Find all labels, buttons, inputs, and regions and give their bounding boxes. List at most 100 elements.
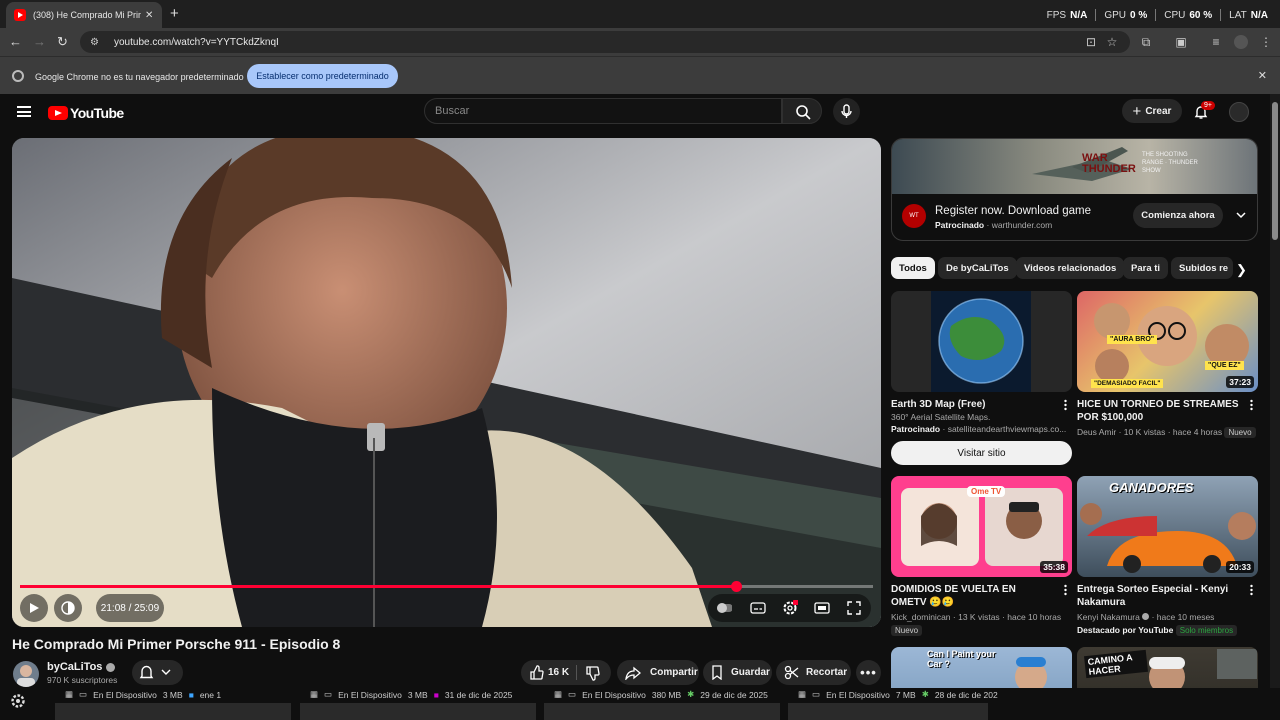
scrubber-handle[interactable]: [731, 581, 743, 592]
progress-bar[interactable]: [20, 581, 873, 592]
plus-icon: +: [1132, 102, 1142, 120]
save-button[interactable]: Guardar: [703, 660, 772, 685]
microphone-icon: [841, 104, 852, 118]
media-controls-icon[interactable]: ≡: [1209, 35, 1223, 49]
search-input[interactable]: Buscar: [424, 98, 782, 124]
video-thumbnail[interactable]: [891, 291, 1072, 392]
chip-para-ti[interactable]: Para ti: [1123, 257, 1169, 279]
recommendation-card[interactable]: "AURA BRO" "DEMASIADO FACIL" "QUE EZ" 37…: [1077, 291, 1258, 441]
thumb-caption: Can I Paint your Car ?: [927, 649, 996, 669]
recommendation-card[interactable]: CAMINO A HACER: [1077, 647, 1258, 688]
like-icon[interactable]: [529, 665, 544, 680]
chevron-down-icon[interactable]: [1235, 209, 1247, 221]
more-vertical-icon[interactable]: [1064, 399, 1067, 411]
duration-badge: 20:33: [1226, 561, 1254, 573]
more-vertical-icon[interactable]: [1250, 399, 1253, 411]
back-icon[interactable]: ←: [9, 34, 22, 49]
tab-close-icon[interactable]: ✕: [145, 10, 153, 21]
chip-videos-relacionados[interactable]: Videos relacionados: [1016, 257, 1125, 279]
sponsored-ad-card[interactable]: WAR THUNDER THE SHOOTING RANGE · THUNDER…: [891, 138, 1258, 241]
ad-title[interactable]: Register now. Download game: [935, 205, 1091, 217]
visit-site-button[interactable]: Visitar sitio: [891, 441, 1072, 465]
user-avatar[interactable]: [1229, 102, 1249, 122]
fullscreen-icon[interactable]: [846, 600, 862, 616]
address-bar[interactable]: ⚙ youtube.com/watch?v=YYTCkdZknqI: [80, 31, 1130, 53]
site-info-icon[interactable]: ⚙: [90, 37, 102, 48]
voice-search-button[interactable]: [833, 98, 860, 125]
page-scrollbar[interactable]: [1270, 94, 1280, 688]
like-count[interactable]: 16 K: [548, 667, 569, 678]
theater-mode-icon[interactable]: [814, 600, 830, 616]
clip-button[interactable]: Recortar: [776, 660, 851, 685]
create-button[interactable]: + Crear: [1122, 99, 1182, 123]
player-right-controls: [708, 594, 871, 622]
ad-banner-subtext: THE SHOOTING RANGE · THUNDER SHOW: [1142, 152, 1198, 174]
video-thumbnail[interactable]: Can I Paint your Car ?: [891, 647, 1072, 688]
install-app-icon[interactable]: ⊡: [1084, 35, 1098, 49]
ad-description: 360° Aerial Satellite Maps.: [891, 412, 991, 422]
chip-todos[interactable]: Todos: [891, 257, 935, 279]
dislike-icon[interactable]: [585, 666, 600, 681]
default-browser-infobar: Google Chrome no es tu navegador predete…: [0, 56, 1280, 94]
youtube-header: YouTube Buscar + Crear 9+: [0, 94, 1270, 130]
scrollbar-thumb[interactable]: [1272, 102, 1278, 240]
set-default-button[interactable]: Establecer como predeterminado: [247, 64, 398, 88]
time-display: 21:08 / 25:09: [96, 594, 164, 622]
extensions-icon[interactable]: ⧉: [1139, 35, 1153, 49]
volume-icon: [61, 601, 75, 615]
settings-gear-icon[interactable]: [782, 600, 798, 616]
video-meta: Kenyi Nakamura · hace 10 meses: [1077, 612, 1215, 622]
subscription-bell-button[interactable]: [132, 660, 183, 685]
recommendation-card-sponsored[interactable]: Earth 3D Map (Free) 360° Aerial Satellit…: [891, 291, 1072, 466]
chip-de-bycalitos[interactable]: De byCaLiTos: [938, 257, 1017, 279]
more-actions-button[interactable]: •••: [856, 660, 881, 685]
video-title[interactable]: HICE UN TORNEO DE STREAMES POR $100,000: [1077, 398, 1239, 424]
autoplay-toggle-icon[interactable]: [716, 600, 732, 616]
video-title[interactable]: DOMIDIOS DE VUELTA EN OMETV 🥲🥲: [891, 583, 1053, 609]
forward-icon[interactable]: →: [33, 34, 46, 49]
video-thumbnail[interactable]: "AURA BRO" "DEMASIADO FACIL" "QUE EZ" 37…: [1077, 291, 1258, 392]
video-player[interactable]: 21:08 / 25:09: [12, 138, 881, 627]
channel-name[interactable]: byCaLiTos: [47, 661, 116, 673]
cpu-readout: CPU 60 %: [1164, 9, 1213, 21]
settings-gear-icon[interactable]: [10, 693, 26, 709]
video-badges: Destacado por YouTube Solo miembros: [1077, 625, 1238, 636]
browser-tab[interactable]: (308) He Comprado Mi Primer P ✕: [6, 2, 162, 28]
reload-icon[interactable]: ↻: [57, 34, 68, 50]
video-thumbnail[interactable]: Ome TV 35:38: [891, 476, 1072, 577]
ad-meta: Patrocinado · satelliteandearthviewmaps.…: [891, 424, 1067, 434]
recommendation-card[interactable]: Can I Paint your Car ?: [891, 647, 1072, 688]
ad-banner-image[interactable]: WAR THUNDER THE SHOOTING RANGE · THUNDER…: [892, 139, 1257, 194]
side-panel-icon[interactable]: ▣: [1174, 35, 1188, 49]
video-title[interactable]: Entrega Sorteo Especial - Kenyi Nakamura: [1077, 583, 1239, 609]
chip-subidos[interactable]: Subidos re: [1171, 257, 1233, 279]
search-icon: [796, 105, 811, 120]
video-title[interactable]: Earth 3D Map (Free): [891, 398, 1053, 411]
subtitles-icon[interactable]: [750, 600, 766, 616]
video-thumbnail[interactable]: CAMINO A HACER: [1077, 647, 1258, 688]
volume-button[interactable]: [54, 594, 82, 622]
recommendation-card[interactable]: GANADORES 20:33 Entrega Sorteo Especial …: [1077, 476, 1258, 638]
download-thumb-icon: ▦: [310, 689, 319, 699]
infobar-close-icon[interactable]: ✕: [1258, 69, 1267, 82]
search-button[interactable]: [782, 98, 822, 124]
more-vertical-icon[interactable]: [1250, 584, 1253, 596]
recommendation-card[interactable]: Ome TV 35:38 DOMIDIOS DE VUELTA EN OMETV…: [891, 476, 1072, 638]
play-button[interactable]: [20, 594, 48, 622]
download-thumb-icon: ▦: [798, 689, 807, 699]
video-meta: Deus Amir · 10 K vistas · hace 4 horas N…: [1077, 427, 1256, 438]
video-thumbnail[interactable]: GANADORES 20:33: [1077, 476, 1258, 577]
chevron-right-icon[interactable]: ❯: [1236, 262, 1247, 278]
new-tab-button[interactable]: +: [170, 5, 179, 22]
share-button[interactable]: Compartir: [617, 660, 699, 685]
more-vertical-icon[interactable]: [1064, 584, 1067, 596]
chrome-menu-icon[interactable]: ⋮: [1259, 35, 1273, 49]
profile-avatar-icon[interactable]: [1234, 35, 1248, 49]
notification-badge: 9+: [1201, 101, 1215, 110]
youtube-logo[interactable]: YouTube: [48, 105, 124, 121]
channel-avatar[interactable]: [13, 661, 39, 687]
ad-cta-button[interactable]: Comienza ahora: [1133, 203, 1223, 228]
performance-overlay: FPS N/A GPU 0 % CPU 60 % LAT N/A: [1047, 9, 1268, 21]
hamburger-menu-icon[interactable]: [17, 106, 31, 117]
bookmark-star-icon[interactable]: ☆: [1105, 35, 1119, 49]
